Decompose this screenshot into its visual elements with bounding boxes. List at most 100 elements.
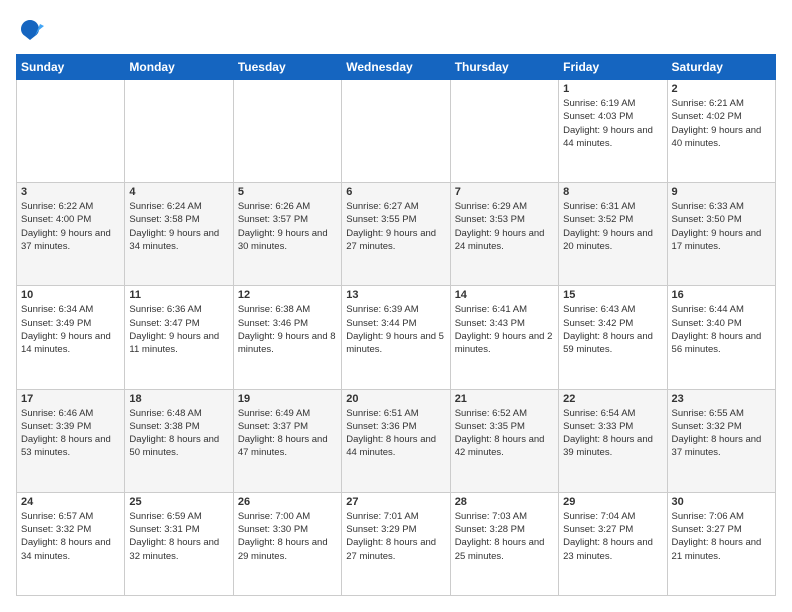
cell-2-0: 10Sunrise: 6:34 AM Sunset: 3:49 PM Dayli… <box>17 286 125 389</box>
day-info: Sunrise: 6:36 AM Sunset: 3:47 PM Dayligh… <box>129 303 228 356</box>
cell-1-3: 6 Sunrise: 6:27 AM Sunset: 3:55 PM Daylig… <box>342 183 450 286</box>
cell-2-2: 12Sunrise: 6:38 AM Sunset: 3:46 PM Dayli… <box>233 286 341 389</box>
weekday-thursday: Thursday <box>450 55 558 80</box>
cell-3-6: 23Sunrise: 6:55 AM Sunset: 3:32 PM Dayli… <box>667 389 775 492</box>
day-info: Sunrise: 6:19 AM Sunset: 4:03 PM Dayligh… <box>563 97 662 150</box>
day-info: Sunrise: 6:59 AM Sunset: 3:31 PM Dayligh… <box>129 510 228 563</box>
day-info: Sunrise: 6:39 AM Sunset: 3:44 PM Dayligh… <box>346 303 445 356</box>
cell-0-1 <box>125 80 233 183</box>
day-info: Sunrise: 7:01 AM Sunset: 3:29 PM Dayligh… <box>346 510 445 563</box>
day-number: 14 <box>455 289 554 301</box>
day-info: Sunrise: 6:49 AM Sunset: 3:37 PM Dayligh… <box>238 407 337 460</box>
cell-3-4: 21 Sunrise: 6:52 AM Sunset: 3:35 PM Dayli… <box>450 389 558 492</box>
weekday-saturday: Saturday <box>667 55 775 80</box>
day-number: 17 <box>21 393 120 405</box>
weekday-tuesday: Tuesday <box>233 55 341 80</box>
day-number: 29 <box>563 496 662 508</box>
cell-0-3 <box>342 80 450 183</box>
cell-0-6: 2 Sunrise: 6:21 AM Sunset: 4:02 PM Daylig… <box>667 80 775 183</box>
day-info: Sunrise: 6:31 AM Sunset: 3:52 PM Dayligh… <box>563 200 662 253</box>
cell-1-4: 7 Sunrise: 6:29 AM Sunset: 3:53 PM Daylig… <box>450 183 558 286</box>
week-row-1: 3 Sunrise: 6:22 AM Sunset: 4:00 PM Daylig… <box>17 183 776 286</box>
day-info: Sunrise: 6:51 AM Sunset: 3:36 PM Dayligh… <box>346 407 445 460</box>
day-number: 20 <box>346 393 445 405</box>
day-info: Sunrise: 6:26 AM Sunset: 3:57 PM Dayligh… <box>238 200 337 253</box>
day-info: Sunrise: 6:27 AM Sunset: 3:55 PM Dayligh… <box>346 200 445 253</box>
day-number: 4 <box>129 186 228 198</box>
day-number: 6 <box>346 186 445 198</box>
calendar-table: SundayMondayTuesdayWednesdayThursdayFrid… <box>16 54 776 596</box>
day-number: 26 <box>238 496 337 508</box>
day-info: Sunrise: 6:44 AM Sunset: 3:40 PM Dayligh… <box>672 303 771 356</box>
cell-1-1: 4 Sunrise: 6:24 AM Sunset: 3:58 PM Daylig… <box>125 183 233 286</box>
day-number: 21 <box>455 393 554 405</box>
day-number: 7 <box>455 186 554 198</box>
weekday-friday: Friday <box>559 55 667 80</box>
day-info: Sunrise: 6:48 AM Sunset: 3:38 PM Dayligh… <box>129 407 228 460</box>
cell-2-4: 14 Sunrise: 6:41 AM Sunset: 3:43 PM Dayli… <box>450 286 558 389</box>
day-number: 22 <box>563 393 662 405</box>
cell-1-6: 9 Sunrise: 6:33 AM Sunset: 3:50 PM Daylig… <box>667 183 775 286</box>
day-info: Sunrise: 6:52 AM Sunset: 3:35 PM Dayligh… <box>455 407 554 460</box>
day-info: Sunrise: 6:33 AM Sunset: 3:50 PM Dayligh… <box>672 200 771 253</box>
day-info: Sunrise: 6:21 AM Sunset: 4:02 PM Dayligh… <box>672 97 771 150</box>
weekday-sunday: Sunday <box>17 55 125 80</box>
day-number: 3 <box>21 186 120 198</box>
day-number: 10 <box>21 289 120 301</box>
week-row-2: 10Sunrise: 6:34 AM Sunset: 3:49 PM Dayli… <box>17 286 776 389</box>
day-info: Sunrise: 6:24 AM Sunset: 3:58 PM Dayligh… <box>129 200 228 253</box>
cell-0-2 <box>233 80 341 183</box>
day-number: 27 <box>346 496 445 508</box>
cell-3-0: 17 Sunrise: 6:46 AM Sunset: 3:39 PM Dayli… <box>17 389 125 492</box>
cell-4-2: 26 Sunrise: 7:00 AM Sunset: 3:30 PM Dayli… <box>233 492 341 595</box>
cell-0-5: 1Sunrise: 6:19 AM Sunset: 4:03 PM Daylig… <box>559 80 667 183</box>
cell-4-3: 27 Sunrise: 7:01 AM Sunset: 3:29 PM Dayli… <box>342 492 450 595</box>
day-number: 5 <box>238 186 337 198</box>
day-number: 28 <box>455 496 554 508</box>
day-info: Sunrise: 6:54 AM Sunset: 3:33 PM Dayligh… <box>563 407 662 460</box>
cell-4-5: 29 Sunrise: 7:04 AM Sunset: 3:27 PM Dayli… <box>559 492 667 595</box>
day-info: Sunrise: 7:06 AM Sunset: 3:27 PM Dayligh… <box>672 510 771 563</box>
cell-3-1: 18 Sunrise: 6:48 AM Sunset: 3:38 PM Dayli… <box>125 389 233 492</box>
cell-4-0: 24 Sunrise: 6:57 AM Sunset: 3:32 PM Dayli… <box>17 492 125 595</box>
cell-3-2: 19 Sunrise: 6:49 AM Sunset: 3:37 PM Dayli… <box>233 389 341 492</box>
day-number: 25 <box>129 496 228 508</box>
cell-0-0 <box>17 80 125 183</box>
logo <box>16 16 48 44</box>
day-info: Sunrise: 6:22 AM Sunset: 4:00 PM Dayligh… <box>21 200 120 253</box>
cell-2-3: 13Sunrise: 6:39 AM Sunset: 3:44 PM Dayli… <box>342 286 450 389</box>
day-info: Sunrise: 6:57 AM Sunset: 3:32 PM Dayligh… <box>21 510 120 563</box>
cell-4-1: 25 Sunrise: 6:59 AM Sunset: 3:31 PM Dayli… <box>125 492 233 595</box>
cell-3-5: 22 Sunrise: 6:54 AM Sunset: 3:33 PM Dayli… <box>559 389 667 492</box>
calendar-body: 1Sunrise: 6:19 AM Sunset: 4:03 PM Daylig… <box>17 80 776 596</box>
day-number: 16 <box>672 289 771 301</box>
day-number: 9 <box>672 186 771 198</box>
day-info: Sunrise: 6:38 AM Sunset: 3:46 PM Dayligh… <box>238 303 337 356</box>
week-row-3: 17 Sunrise: 6:46 AM Sunset: 3:39 PM Dayli… <box>17 389 776 492</box>
cell-3-3: 20 Sunrise: 6:51 AM Sunset: 3:36 PM Dayli… <box>342 389 450 492</box>
cell-2-6: 16 Sunrise: 6:44 AM Sunset: 3:40 PM Dayli… <box>667 286 775 389</box>
day-number: 2 <box>672 83 771 95</box>
page: SundayMondayTuesdayWednesdayThursdayFrid… <box>0 0 792 612</box>
day-number: 23 <box>672 393 771 405</box>
day-info: Sunrise: 6:41 AM Sunset: 3:43 PM Dayligh… <box>455 303 554 356</box>
day-info: Sunrise: 6:46 AM Sunset: 3:39 PM Dayligh… <box>21 407 120 460</box>
cell-1-0: 3 Sunrise: 6:22 AM Sunset: 4:00 PM Daylig… <box>17 183 125 286</box>
day-number: 8 <box>563 186 662 198</box>
day-number: 30 <box>672 496 771 508</box>
day-info: Sunrise: 7:04 AM Sunset: 3:27 PM Dayligh… <box>563 510 662 563</box>
cell-4-4: 28 Sunrise: 7:03 AM Sunset: 3:28 PM Dayli… <box>450 492 558 595</box>
day-info: Sunrise: 6:29 AM Sunset: 3:53 PM Dayligh… <box>455 200 554 253</box>
day-number: 19 <box>238 393 337 405</box>
cell-2-1: 11Sunrise: 6:36 AM Sunset: 3:47 PM Dayli… <box>125 286 233 389</box>
week-row-4: 24 Sunrise: 6:57 AM Sunset: 3:32 PM Dayli… <box>17 492 776 595</box>
logo-icon <box>16 16 44 44</box>
day-info: Sunrise: 7:00 AM Sunset: 3:30 PM Dayligh… <box>238 510 337 563</box>
calendar-header: SundayMondayTuesdayWednesdayThursdayFrid… <box>17 55 776 80</box>
day-number: 18 <box>129 393 228 405</box>
cell-0-4 <box>450 80 558 183</box>
day-number: 24 <box>21 496 120 508</box>
weekday-wednesday: Wednesday <box>342 55 450 80</box>
day-info: Sunrise: 7:03 AM Sunset: 3:28 PM Dayligh… <box>455 510 554 563</box>
cell-4-6: 30 Sunrise: 7:06 AM Sunset: 3:27 PM Dayli… <box>667 492 775 595</box>
